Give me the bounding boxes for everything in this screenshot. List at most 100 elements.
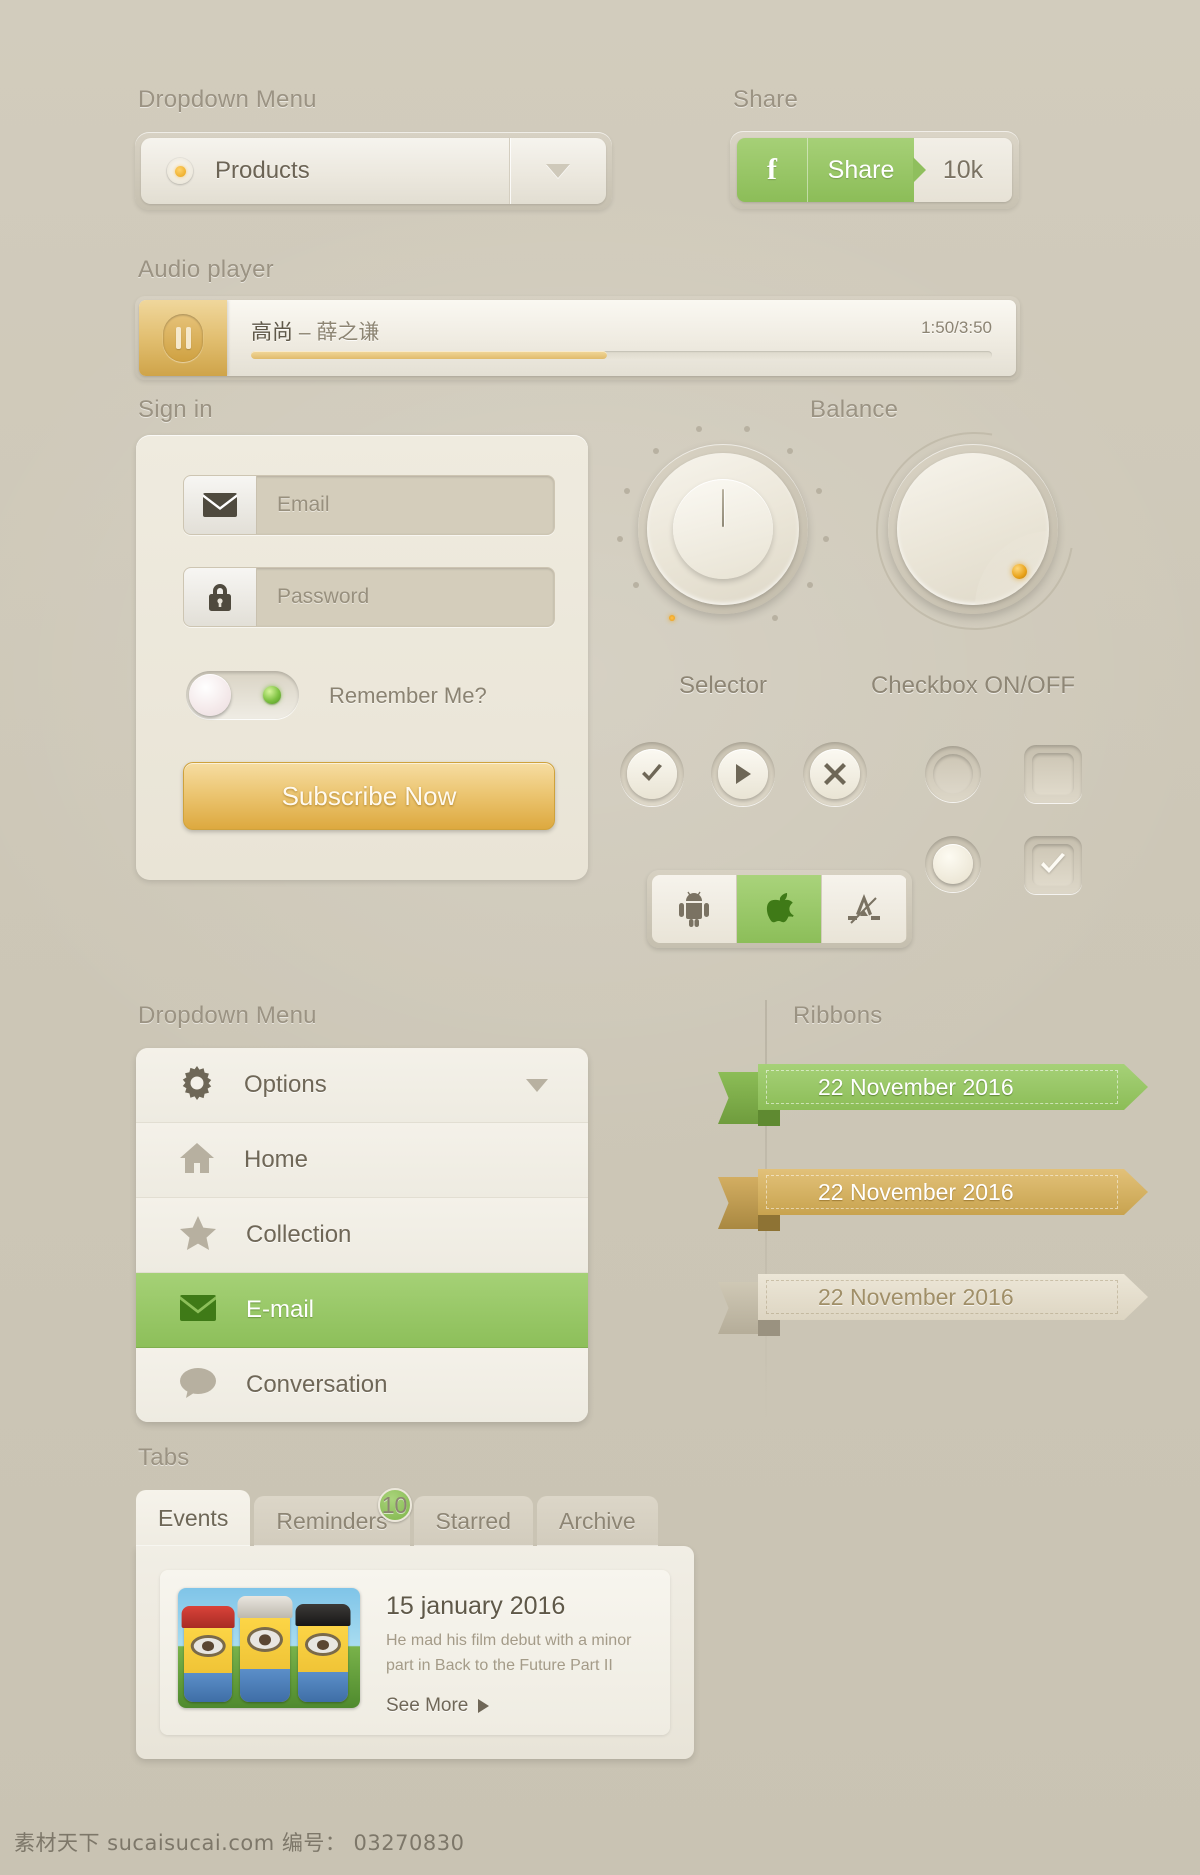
android-icon <box>679 891 709 927</box>
menu-item-conversation[interactable]: Conversation <box>136 1348 588 1422</box>
tab-starred[interactable]: Starred <box>413 1496 533 1546</box>
selector-tick <box>633 581 640 588</box>
section-label-dropdown-top: Dropdown Menu <box>138 86 317 113</box>
selector-knob-mid <box>647 453 799 605</box>
password-field[interactable]: Password <box>183 567 555 627</box>
play-pause-button[interactable] <box>139 300 227 376</box>
section-label-tabs: Tabs <box>138 1444 190 1471</box>
menu-item-e-mail[interactable]: E-mail <box>136 1273 588 1348</box>
event-description: He mad his film debut with a minor part … <box>386 1632 632 1674</box>
ribbon-label: 22 November 2016 <box>818 1283 1014 1310</box>
chevron-right-icon <box>478 1698 490 1713</box>
section-label-dropdown-menu: Dropdown Menu <box>138 1002 317 1029</box>
ribbon-band[interactable]: 22 November 2016 <box>758 1169 1148 1215</box>
audio-artist: 薛之谦 <box>316 321 380 344</box>
menu-item-collection[interactable]: Collection <box>136 1198 588 1273</box>
check-button[interactable] <box>620 742 684 806</box>
selector-tick <box>695 425 702 432</box>
chat-icon <box>180 1367 216 1403</box>
selector-knob-outer[interactable] <box>638 444 808 614</box>
email-placeholder: Email <box>277 493 330 516</box>
play-button[interactable] <box>711 742 775 806</box>
share-button[interactable]: Share <box>808 138 914 202</box>
menu-item-label: Collection <box>246 1221 352 1248</box>
see-more-link[interactable]: See More <box>386 1695 490 1717</box>
dropdown-label-area[interactable]: Products <box>141 138 510 204</box>
chevron-down-icon <box>526 1078 548 1092</box>
tab-archive[interactable]: Archive <box>536 1496 658 1546</box>
audio-separator: – <box>298 321 311 344</box>
selector-tick <box>617 535 624 542</box>
selector-tick <box>624 487 631 494</box>
tabs-widget: Events Reminders 10 Starred Archive 15 j… <box>136 1488 694 1759</box>
menu-item-home[interactable]: Home <box>136 1123 588 1198</box>
home-icon <box>180 1142 214 1179</box>
audio-time: 1:50/3:50 <box>921 318 992 337</box>
pause-icon <box>163 314 203 362</box>
os-segment-apple[interactable] <box>737 875 822 943</box>
selector-knob-label: Selector <box>678 672 768 699</box>
envelope-icon <box>184 476 257 534</box>
checkbox-knob[interactable] <box>837 393 1113 669</box>
selector-tick <box>806 581 813 588</box>
radio-off[interactable] <box>925 746 981 802</box>
toggle-knob[interactable] <box>189 674 231 716</box>
share-widget[interactable]: f Share 10k <box>730 131 1019 209</box>
audio-progress-fill <box>251 351 607 359</box>
selector-knob[interactable] <box>617 425 829 622</box>
checkbox-knob-mid <box>897 453 1049 605</box>
dropdown-toggle-button[interactable] <box>510 138 606 204</box>
section-label-signin: Sign in <box>138 396 213 423</box>
appstore-icon <box>848 894 880 924</box>
sign-in-card: Email Password Remember Me? Subscribe No… <box>136 435 588 880</box>
ribbon-fold <box>758 1110 780 1126</box>
selector-tick <box>815 487 822 494</box>
dropdown-menu-list: Options Home Collection E-mail Conversation <box>136 1048 588 1422</box>
audio-track-info: 高尚 – 薛之谦 <box>251 316 992 346</box>
menu-item-options[interactable]: Options <box>136 1048 588 1123</box>
tab-label: Starred <box>435 1507 511 1534</box>
facebook-glyph: f <box>767 153 777 186</box>
dropdown-products[interactable]: Products <box>135 132 612 210</box>
event-date: 15 january 2016 <box>386 1592 566 1620</box>
checkbox-on[interactable] <box>1024 836 1082 894</box>
section-label-ribbons: Ribbons <box>793 1002 883 1029</box>
radio-dot-icon <box>167 158 193 184</box>
email-field[interactable]: Email <box>183 475 555 535</box>
ribbon-band[interactable]: 22 November 2016 <box>758 1274 1148 1320</box>
ribbon-band[interactable]: 22 November 2016 <box>758 1064 1148 1110</box>
facebook-icon[interactable]: f <box>737 138 808 202</box>
audio-progress-bar[interactable] <box>251 351 992 359</box>
remember-me-label: Remember Me? <box>329 683 487 708</box>
remember-me-toggle[interactable] <box>186 671 299 719</box>
tab-label: Events <box>158 1504 229 1531</box>
subscribe-button[interactable]: Subscribe Now <box>183 762 555 830</box>
audio-title: 高尚 <box>251 321 293 344</box>
check-icon <box>1041 853 1065 873</box>
os-segment-android[interactable] <box>652 875 737 943</box>
tab-label: Reminders <box>276 1507 388 1534</box>
play-icon <box>736 764 751 784</box>
radio-on[interactable] <box>925 836 981 892</box>
dropdown-selected-value: Products <box>215 157 310 184</box>
tab-events[interactable]: Events <box>136 1490 251 1546</box>
tab-badge: 10 <box>377 1488 412 1522</box>
close-button[interactable] <box>803 742 867 806</box>
section-label-audio: Audio player <box>138 256 274 283</box>
section-label-balance: Balance <box>810 396 899 423</box>
event-card[interactable]: 15 january 2016 He mad his film debut wi… <box>160 1570 670 1735</box>
selector-knob-cap[interactable] <box>673 479 773 579</box>
share-count: 10k <box>913 138 1012 202</box>
audio-player[interactable]: 高尚 – 薛之谦 1:50/3:50 <box>135 296 1020 380</box>
os-segment-appstore[interactable] <box>822 875 907 943</box>
chevron-down-icon <box>546 164 570 178</box>
apple-icon <box>766 893 794 923</box>
event-thumbnail <box>178 1588 360 1708</box>
section-label-share: Share <box>733 86 799 113</box>
subscribe-button-label: Subscribe Now <box>281 780 457 811</box>
checkbox-off[interactable] <box>1024 745 1082 803</box>
os-segmented-control[interactable] <box>647 870 912 948</box>
tab-reminders[interactable]: Reminders 10 <box>254 1488 412 1546</box>
x-icon <box>824 763 846 785</box>
ribbon-label: 22 November 2016 <box>818 1178 1014 1205</box>
